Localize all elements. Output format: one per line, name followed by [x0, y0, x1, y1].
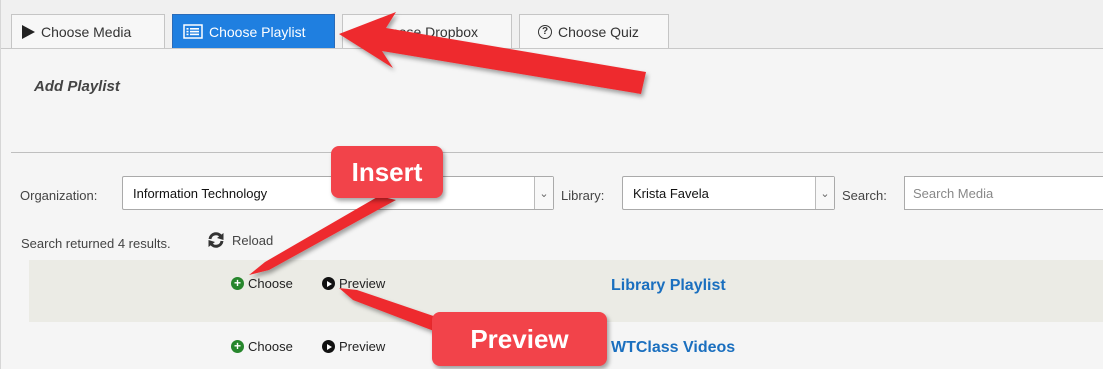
plus-circle-icon: +	[231, 340, 244, 353]
tab-choose-quiz[interactable]: ? Choose Quiz	[519, 14, 669, 48]
dropbox-icon	[353, 26, 367, 38]
search-label: Search:	[842, 188, 887, 203]
results-summary: Search returned 4 results.	[21, 236, 171, 251]
preview-callout: Preview	[432, 312, 607, 366]
tab-choose-playlist[interactable]: Choose Playlist	[172, 14, 335, 48]
preview-button[interactable]: Preview	[322, 276, 385, 291]
organization-value: Information Technology	[133, 185, 268, 201]
library-select[interactable]: Krista Favela ⌄	[622, 176, 835, 210]
choose-button[interactable]: + Choose	[231, 276, 293, 291]
search-input[interactable]	[904, 176, 1103, 210]
page-title: Add Playlist	[34, 78, 120, 95]
preview-button[interactable]: Preview	[322, 339, 385, 354]
library-value: Krista Favela	[633, 185, 709, 201]
choose-label: Choose	[248, 339, 293, 354]
choose-label: Choose	[248, 276, 293, 291]
tab-label: Choose Quiz	[558, 23, 639, 40]
chevron-down-icon: ⌄	[534, 177, 553, 209]
tab-choose-dropbox[interactable]: Choose Dropbox	[342, 14, 512, 48]
section-divider	[11, 152, 1103, 153]
library-label: Library:	[561, 188, 605, 203]
preview-label: Preview	[339, 276, 386, 291]
tab-bar-divider	[1, 48, 1103, 49]
playlist-title-link[interactable]: Library Playlist	[611, 277, 726, 295]
question-circle-icon: ?	[538, 24, 552, 39]
preview-label: Preview	[339, 339, 386, 354]
insert-callout: Insert	[331, 146, 443, 198]
choose-button[interactable]: + Choose	[231, 339, 293, 354]
list-icon	[183, 24, 203, 39]
organization-label: Organization:	[20, 188, 98, 203]
reload-label: Reload	[232, 232, 274, 248]
tab-bar: Choose Media Choose Playlist Choose Drop…	[1, 0, 1103, 48]
playlist-title-link[interactable]: WTClass Videos	[611, 339, 735, 357]
tab-label: Choose Dropbox	[373, 23, 479, 40]
reload-button[interactable]: Reload	[206, 232, 273, 248]
tab-choose-media[interactable]: Choose Media	[11, 14, 165, 48]
play-circle-icon	[322, 340, 335, 353]
app-frame: Choose Media Choose Playlist Choose Drop…	[0, 0, 1103, 369]
refresh-icon	[208, 232, 224, 248]
chevron-down-icon: ⌄	[815, 177, 834, 209]
play-circle-icon	[322, 277, 335, 290]
play-icon	[22, 24, 35, 39]
tab-label: Choose Playlist	[209, 23, 306, 40]
tab-label: Choose Media	[41, 23, 132, 40]
plus-circle-icon: +	[231, 277, 244, 290]
